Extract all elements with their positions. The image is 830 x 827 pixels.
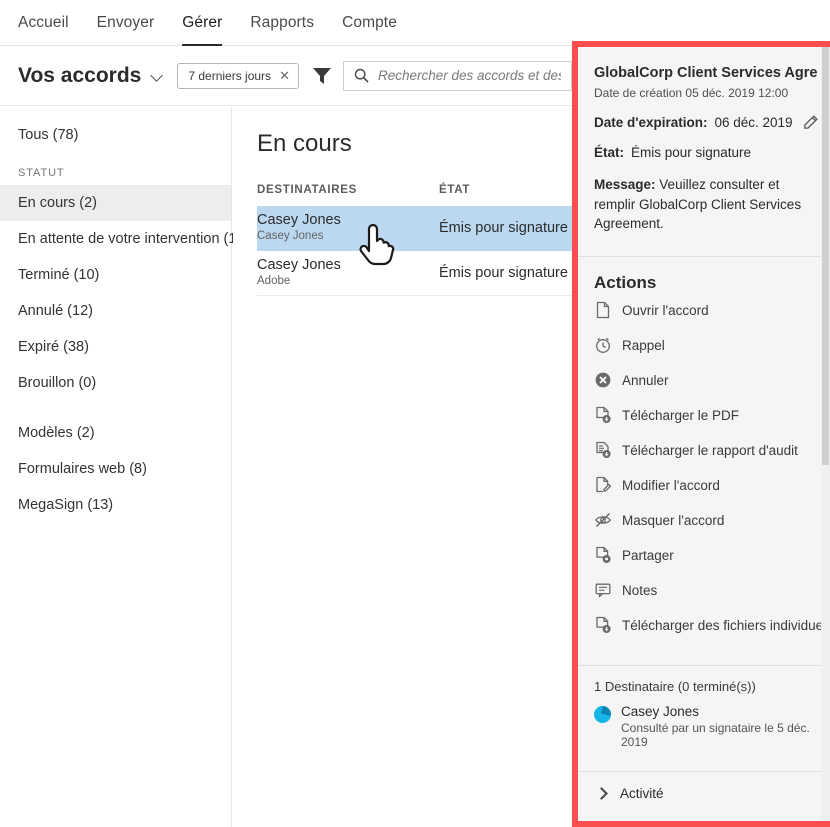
agreement-title: GlobalCorp Client Services Agreement [594,65,818,81]
share-document-icon [596,547,611,564]
action-annuler[interactable]: Annuler [594,363,818,398]
page-title[interactable]: Vos accords [18,64,141,88]
note-icon [595,583,611,599]
message-label: Message: [594,177,656,192]
action-label: Ouvrir l'accord [622,302,709,318]
message-row: Message: Veuillez consulter et remplir G… [594,175,818,234]
state-value: Émis pour signature [631,145,752,160]
alarm-clock-icon [596,338,610,354]
sidebar-item-annule[interactable]: Annulé (12) [0,293,231,329]
sidebar-item-formulaires-web[interactable]: Formulaires web (8) [0,451,231,487]
state-row: État: Émis pour signature [594,145,818,160]
sidebar-item-brouillon[interactable]: Brouillon (0) [0,365,231,401]
action-label: Rappel [622,337,665,353]
row-recipient-name: Casey Jones [257,211,341,228]
action-telecharger-fichiers-individuels[interactable]: Télécharger des fichiers individuels (1 [594,608,830,643]
panel-divider [578,255,830,257]
action-partager[interactable]: Partager [594,538,818,573]
sidebar-item-tous[interactable]: Tous (78) [0,117,231,153]
download-pdf-icon [596,407,611,424]
date-filter-chip[interactable]: 7 derniers jours ✕ [177,62,299,89]
recipient-entry[interactable]: Casey Jones Consulté par un signataire l… [594,704,818,749]
action-label: Télécharger le rapport d'audit [622,442,798,458]
action-label: Masquer l'accord [622,512,725,528]
sidebar-divider-gap [0,401,231,415]
expiration-label: Date d'expiration: [594,115,708,130]
chevron-down-icon[interactable] [151,69,165,83]
sidebar-item-megasign[interactable]: MegaSign (13) [0,487,231,523]
actions-heading: Actions [594,272,657,292]
action-notes[interactable]: Notes [594,573,818,608]
hide-eye-icon [595,513,611,528]
state-label: État: [594,145,624,160]
action-telecharger-pdf[interactable]: Télécharger le PDF [594,398,818,433]
agreement-detail-panel: GlobalCorp Client Services Agreement Dat… [578,47,830,821]
sidebar-item-expire[interactable]: Expiré (38) [0,329,231,365]
action-label: Annuler [622,372,669,388]
action-label: Télécharger des fichiers individuels (1 [622,617,830,633]
row-recipient-cell: Casey Jones Casey Jones [257,212,439,244]
date-filter-label: 7 derniers jours [188,68,272,83]
column-header-state: ÉTAT [439,184,471,196]
edit-document-icon [596,477,612,493]
avatar [594,705,611,723]
panel-divider-recipients [578,664,830,666]
row-state: Émis pour signature [439,220,568,236]
action-rappel[interactable]: Rappel [594,328,818,363]
hand-cursor-icon [359,223,395,266]
row-state: Émis pour signature [439,265,568,281]
nav-envoyer[interactable]: Envoyer [97,0,155,46]
nav-gerer[interactable]: Gérer [182,0,223,46]
action-label: Télécharger le PDF [622,407,740,423]
action-modifier-accord[interactable]: Modifier l'accord [594,468,818,503]
filter-icon[interactable] [312,67,331,84]
expiration-row: Date d'expiration: 06 déc. 2019 [594,115,818,130]
sidebar-section-statut: STATUT [18,167,65,179]
row-recipient-sub: Adobe [257,275,291,288]
close-icon[interactable]: ✕ [279,69,290,82]
panel-scrollbar-thumb[interactable] [822,47,829,465]
row-recipient-sub: Casey Jones [257,230,324,243]
top-navigation: Accueil Envoyer Gérer Rapports Compte [0,0,830,46]
edit-pencil-icon[interactable] [803,115,818,130]
panel-scrollbar[interactable] [821,47,830,821]
sidebar-item-termine[interactable]: Terminé (10) [0,257,231,293]
action-telecharger-rapport-audit[interactable]: Télécharger le rapport d'audit [594,433,818,468]
sidebar: Tous (78) STATUT En cours (2) En attente… [0,107,249,827]
nav-accueil[interactable]: Accueil [18,0,69,46]
detail-panel-highlight: GlobalCorp Client Services Agreement Dat… [572,41,830,827]
expiration-value: 06 déc. 2019 [714,115,793,130]
nav-compte[interactable]: Compte [342,0,397,46]
activity-label: Activité [620,786,664,802]
recipients-summary: 1 Destinataire (0 terminé(s)) [594,678,756,694]
activity-toggle[interactable]: Activité [594,772,818,816]
row-recipient-name: Casey Jones [257,256,341,273]
row-recipient-cell: Casey Jones Adobe [257,257,439,289]
sidebar-item-modeles[interactable]: Modèles (2) [0,415,231,451]
recipient-info: Casey Jones Consulté par un signataire l… [621,704,818,749]
sidebar-item-en-attente[interactable]: En attente de votre intervention (10) [0,221,249,257]
chevron-right-icon [595,787,608,801]
action-label: Partager [622,547,674,563]
agreement-created-date: Date de création 05 déc. 2019 12:00 [594,86,789,100]
sidebar-item-en-cours[interactable]: En cours (2) [0,185,231,221]
nav-rapports[interactable]: Rapports [250,0,314,46]
app-window: Accueil Envoyer Gérer Rapports Compte Vo… [0,0,830,827]
action-ouvrir-accord[interactable]: Ouvrir l'accord [594,293,818,328]
action-label: Notes [622,582,658,598]
document-icon [596,302,610,319]
action-label: Modifier l'accord [622,477,720,493]
download-audit-icon [596,442,611,459]
action-masquer-accord[interactable]: Masquer l'accord [594,503,818,538]
recipient-name: Casey Jones [621,703,700,719]
search-box[interactable] [342,60,572,91]
recipient-status: Consulté par un signataire le 5 déc. 201… [621,720,810,749]
search-icon [354,68,369,83]
download-files-icon [596,617,611,634]
search-input[interactable] [377,68,561,83]
column-header-recipients: DESTINATAIRES [257,184,358,196]
cancel-circle-icon [595,372,611,388]
